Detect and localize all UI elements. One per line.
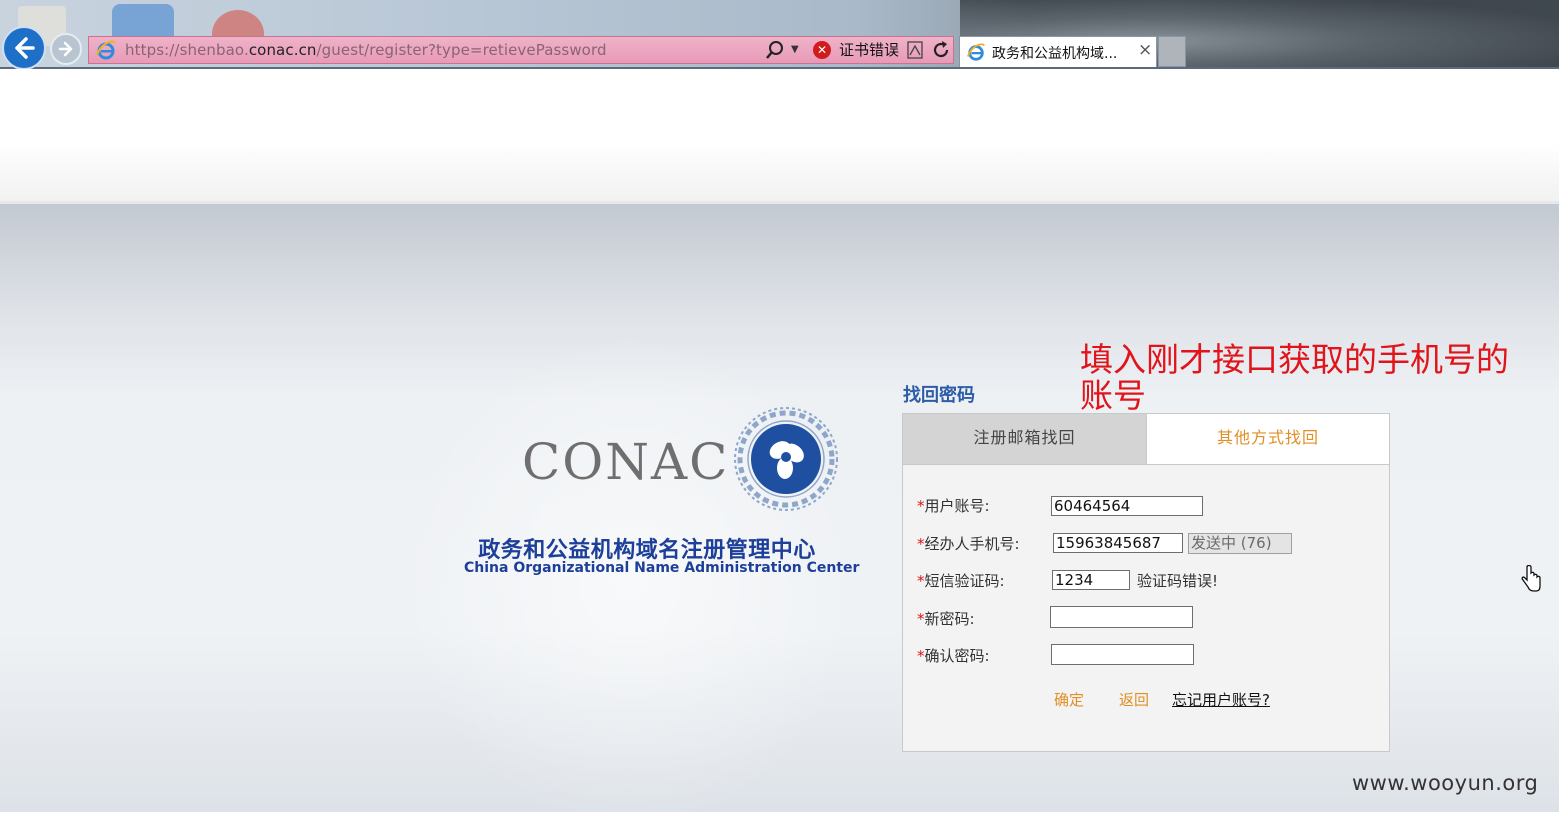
required-mark: * — [917, 572, 925, 590]
tab-divider — [903, 464, 1389, 465]
conac-emblem-icon — [734, 407, 838, 511]
form-title: 找回密码 — [903, 385, 975, 406]
sms-row: *短信验证码: — [917, 570, 1005, 591]
required-mark: * — [917, 647, 925, 665]
new-password-input[interactable] — [1050, 606, 1193, 628]
new-password-row: *新密码: — [917, 608, 975, 629]
cert-error-icon[interactable]: ✕ — [813, 41, 831, 59]
red-annotation: 填入刚才接口获取的手机号的账号 — [1080, 340, 1509, 415]
phone-input[interactable]: 15963845687 — [1053, 533, 1183, 553]
phone-row: *经办人手机号: — [917, 533, 1020, 554]
url-text[interactable]: https://shenbao.conac.cn/guest/register?… — [125, 37, 607, 63]
watermark: www.wooyun.org — [1352, 771, 1539, 795]
new-tab-button[interactable] — [1158, 36, 1186, 67]
hand-cursor-icon — [1521, 565, 1541, 592]
tab-email-retrieve[interactable]: 注册邮箱找回 — [903, 414, 1146, 464]
back-link[interactable]: 返回 — [1119, 689, 1149, 710]
sms-error-message: 验证码错误! — [1137, 572, 1219, 590]
ie-logo-icon — [96, 40, 116, 60]
close-icon[interactable]: × — [1138, 40, 1152, 60]
compat-view-icon[interactable] — [907, 41, 923, 59]
url-prefix: https://shenbao. — [125, 41, 249, 59]
forward-arrow-icon — [58, 41, 73, 57]
page-header — [0, 69, 1559, 202]
forward-button[interactable] — [50, 33, 82, 65]
required-mark: * — [917, 535, 925, 553]
new-password-label: 新密码: — [924, 610, 975, 628]
sms-label: 短信验证码: — [924, 572, 1005, 590]
dropdown-caret-icon[interactable]: ▼ — [791, 37, 799, 63]
back-button[interactable] — [2, 26, 46, 70]
account-row: *用户账号: — [917, 495, 990, 516]
account-label: 用户账号: — [924, 497, 990, 515]
address-bar[interactable]: https://shenbao.conac.cn/guest/register?… — [88, 36, 954, 64]
send-sms-button[interactable]: 发送中 (76) — [1188, 533, 1292, 554]
url-domain: conac.cn — [248, 41, 317, 59]
url-path: /guest/register?type=retievePassword — [316, 41, 607, 59]
back-arrow-icon — [15, 37, 35, 59]
confirm-password-label: 确认密码: — [924, 647, 990, 665]
tab-title: 政务和公益机构域... — [992, 46, 1118, 62]
confirm-password-input[interactable] — [1051, 644, 1194, 665]
forgot-account-link[interactable]: 忘记用户账号? — [1172, 689, 1270, 710]
confirm-button[interactable]: 确定 — [1054, 689, 1084, 710]
cert-error-label[interactable]: 证书错误 — [839, 37, 899, 63]
required-mark: * — [917, 610, 925, 628]
required-mark: * — [917, 497, 925, 515]
search-icon[interactable] — [765, 40, 785, 60]
phone-label: 经办人手机号: — [924, 535, 1020, 553]
ie-logo-icon — [966, 43, 985, 61]
tab-other-retrieve[interactable]: 其他方式找回 — [1146, 414, 1389, 464]
account-input[interactable]: 60464564 — [1051, 496, 1203, 516]
sms-code-input[interactable]: 1234 — [1052, 570, 1130, 590]
org-name-en: China Organizational Name Administration… — [464, 560, 860, 576]
refresh-icon[interactable] — [931, 40, 951, 60]
confirm-password-row: *确认密码: — [917, 645, 990, 666]
conac-logo-text: CONAC — [522, 433, 730, 491]
browser-tab-active[interactable]: 政务和公益机构域... × — [959, 36, 1157, 67]
retrieve-password-panel: 注册邮箱找回 其他方式找回 *用户账号: 60464564 *经办人手机号: 1… — [902, 413, 1390, 752]
